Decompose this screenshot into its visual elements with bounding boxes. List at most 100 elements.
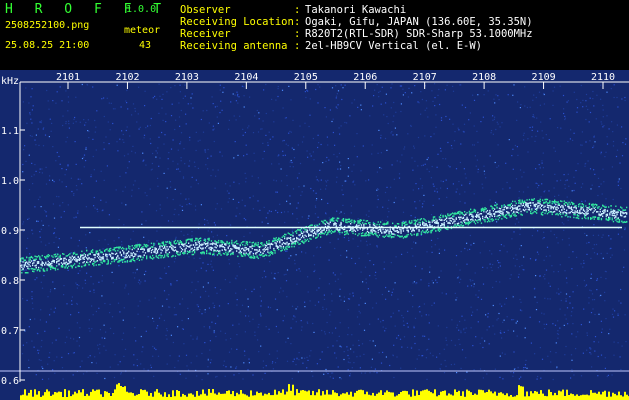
echo-point	[141, 258, 143, 261]
noise-speck	[262, 360, 264, 362]
echo-point	[346, 229, 348, 232]
echo-point	[566, 214, 568, 216]
echo-point	[252, 255, 255, 257]
noise-speck	[511, 155, 513, 157]
echo-point	[24, 264, 27, 266]
echo-point	[557, 207, 559, 209]
echo-point	[510, 209, 513, 212]
echo-point	[496, 207, 498, 209]
echo-point	[262, 255, 264, 258]
echo-point	[107, 260, 109, 263]
noise-speck	[538, 164, 540, 166]
echo-point	[513, 207, 515, 210]
noise-speck	[541, 358, 544, 360]
noise-speck	[197, 167, 199, 169]
noise-speck	[262, 142, 264, 144]
echo-point	[483, 219, 485, 221]
noise-speck	[230, 366, 232, 368]
noise-speck	[475, 336, 477, 338]
echo-point	[275, 245, 277, 247]
noise-speck	[600, 98, 602, 100]
echo-point	[513, 214, 515, 216]
noise-speck	[512, 295, 514, 297]
echo-point	[495, 218, 497, 220]
echo-point	[71, 255, 73, 257]
noise-speck	[39, 231, 41, 233]
spectrogram-background	[0, 70, 629, 400]
noise-speck	[271, 98, 273, 100]
echo-point	[207, 244, 209, 247]
echo-point	[161, 245, 163, 248]
noise-speck	[425, 357, 427, 359]
echo-point	[303, 231, 305, 233]
noise-speck	[219, 89, 221, 91]
echo-point	[152, 254, 154, 257]
echo-point	[458, 212, 460, 214]
noise-speck	[148, 299, 150, 301]
echo-point	[504, 216, 507, 219]
echo-point	[269, 251, 271, 253]
noise-speck	[532, 114, 534, 116]
noise-speck	[572, 291, 574, 293]
noise-speck	[213, 332, 215, 334]
noise-speck	[573, 189, 575, 192]
noise-speck	[586, 234, 588, 237]
noise-speck	[336, 107, 338, 109]
echo-point	[108, 250, 111, 253]
echo-point	[296, 238, 298, 240]
echo-point	[462, 224, 465, 227]
noise-speck	[29, 112, 31, 114]
echo-point	[231, 239, 233, 242]
noise-speck	[81, 360, 83, 362]
noise-speck	[228, 351, 231, 353]
echo-point	[95, 252, 97, 254]
noise-speck	[132, 103, 135, 105]
noise-speck	[197, 281, 199, 283]
echo-point	[292, 232, 294, 234]
noise-speck	[89, 330, 91, 332]
noise-speck	[573, 132, 575, 134]
echo-point	[498, 216, 501, 219]
noise-speck	[305, 96, 307, 99]
echo-point	[575, 211, 577, 213]
noise-speck	[230, 101, 232, 103]
noise-speck	[262, 158, 264, 160]
echo-point	[310, 238, 312, 240]
noise-speck	[299, 162, 302, 165]
noise-speck	[273, 277, 275, 279]
echo-point	[30, 260, 33, 262]
echo-point	[570, 210, 573, 213]
noise-speck	[295, 254, 297, 256]
noise-speck	[83, 154, 86, 156]
noise-speck	[309, 153, 311, 155]
noise-speck	[327, 346, 329, 348]
noise-speck	[421, 187, 423, 189]
echo-point	[310, 230, 312, 233]
echo-point	[498, 211, 501, 214]
noise-speck	[393, 101, 395, 104]
noise-speck	[165, 334, 167, 336]
noise-speck	[610, 247, 612, 249]
noise-speck	[207, 282, 209, 284]
noise-speck	[313, 270, 315, 273]
echo-point	[309, 237, 311, 240]
echo-point	[202, 243, 204, 246]
noise-speck	[89, 355, 91, 357]
echo-point	[551, 211, 553, 214]
noise-speck	[286, 250, 288, 252]
echo-point	[310, 224, 312, 226]
noise-speck	[499, 126, 501, 128]
noise-speck	[286, 200, 288, 202]
noise-speck	[298, 352, 300, 354]
echo-point	[281, 236, 283, 238]
noise-speck	[108, 214, 110, 216]
noise-speck	[483, 241, 486, 243]
noise-speck	[621, 270, 623, 273]
echo-point	[23, 264, 25, 267]
noise-speck	[327, 144, 329, 146]
noise-speck	[351, 257, 353, 259]
noise-speck	[239, 266, 241, 268]
noise-speck	[261, 235, 263, 237]
noise-speck	[564, 187, 566, 189]
noise-speck	[285, 280, 288, 282]
